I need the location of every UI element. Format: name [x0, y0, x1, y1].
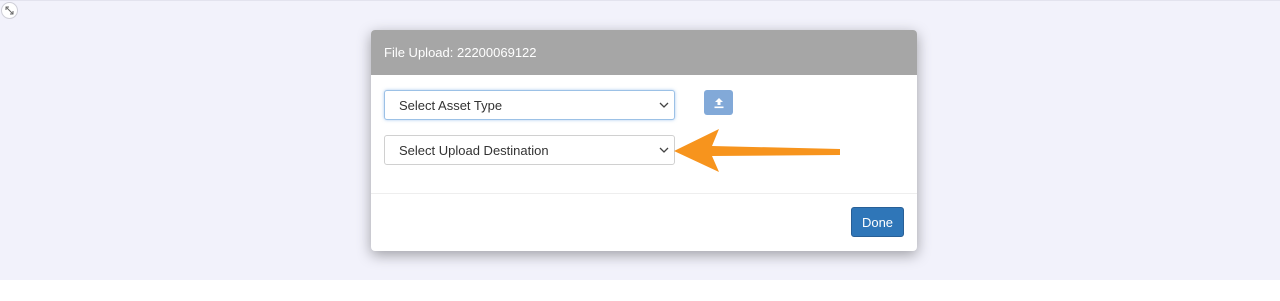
asset-type-select-value: Select Asset Type [399, 97, 503, 113]
asset-type-select[interactable]: Select Asset Type [384, 90, 675, 120]
modal-header: File Upload: 22200069122 [371, 30, 917, 75]
done-button[interactable]: Done [851, 207, 904, 237]
modal-title: File Upload: 22200069122 [384, 45, 537, 60]
done-button-label: Done [861, 214, 894, 230]
upload-destination-select-value: Select Upload Destination [399, 142, 549, 158]
upload-button[interactable] [704, 90, 733, 115]
modal-footer-divider [371, 193, 917, 194]
expand-toggle-button[interactable] [1, 2, 18, 19]
orange-arrow-annotation [674, 129, 840, 172]
upload-icon [714, 97, 723, 108]
upload-destination-select[interactable]: Select Upload Destination [384, 135, 675, 165]
chevron-down-icon [659, 147, 669, 153]
expand-arrows-icon [5, 6, 14, 15]
chevron-down-icon [659, 102, 669, 108]
